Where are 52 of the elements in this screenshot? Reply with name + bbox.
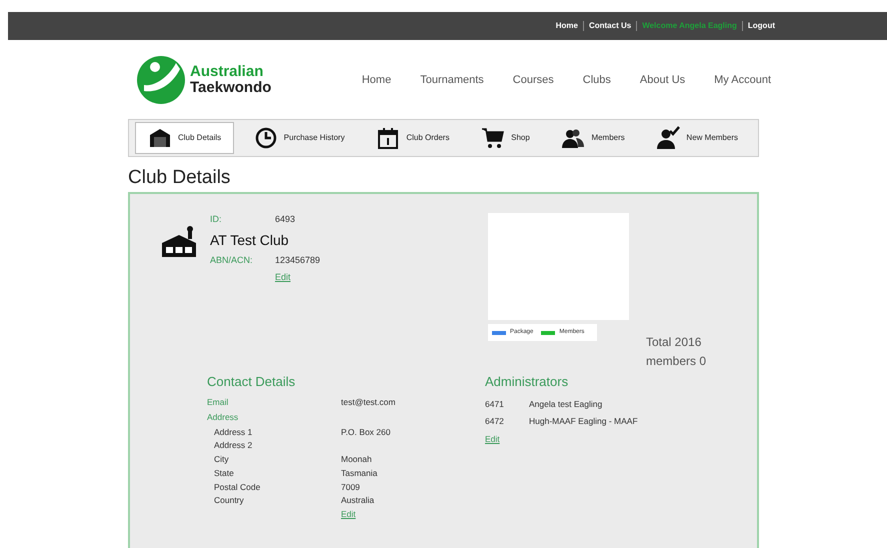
field-value: 123456789 [275, 254, 320, 266]
field-value: 7009 [341, 480, 360, 494]
field-label: Country [214, 494, 245, 508]
logo-icon [136, 55, 186, 105]
nav-link[interactable]: Clubs [582, 72, 611, 88]
tab[interactable]: Purchase History [242, 122, 357, 154]
tab[interactable]: Club Details [135, 122, 234, 154]
nav-link[interactable]: About Us [640, 72, 686, 88]
section-title: Contact Details [207, 373, 296, 391]
field-label: ABN/ACN: [210, 254, 254, 266]
top-link[interactable]: Home [556, 20, 578, 32]
total-text: members 0 [646, 353, 706, 370]
logo-text: Australian [190, 64, 264, 80]
field-value: Tasmania [341, 466, 378, 480]
clock-icon [254, 126, 278, 150]
field-label: City [214, 453, 230, 466]
field-label: State [214, 466, 235, 480]
tab[interactable]: Club Orders [364, 122, 462, 154]
field-label: ID: [210, 213, 223, 226]
tab[interactable]: New Members [644, 122, 750, 154]
admin-id: 6471 [485, 398, 505, 410]
field-value: 6493 [275, 213, 296, 226]
tab[interactable]: Members [549, 122, 637, 154]
nav-link[interactable]: Home [362, 72, 392, 88]
field-value: test@test.com [341, 396, 396, 408]
field-label: Address [207, 410, 240, 424]
field-value: P.O. Box 260 [341, 426, 390, 438]
admin-id: 6472 [485, 414, 505, 428]
tab[interactable]: Shop [469, 122, 542, 154]
logo-text: Taekwondo [190, 80, 272, 96]
page-title: Club Details [128, 166, 232, 190]
total-text: Total 2016 [646, 334, 702, 351]
field-value: Moonah [341, 453, 372, 466]
club-name: AT Test Club [210, 230, 290, 250]
field-label: Address 2 [214, 439, 254, 452]
calendar-icon [376, 126, 400, 150]
nav-link[interactable]: Tournaments [420, 72, 484, 88]
nav-link[interactable]: My Account [714, 72, 771, 88]
welcome-text: Welcome Angela Eagling [642, 20, 737, 32]
top-link[interactable]: Contact Us [588, 20, 632, 32]
nav-link[interactable]: Courses [512, 72, 554, 88]
top-link[interactable]: Logout [748, 20, 775, 32]
cart-icon [481, 126, 506, 150]
field-value: Australia [341, 494, 374, 508]
garage-icon [148, 126, 172, 150]
field-label: Email [207, 396, 230, 408]
field-label: Postal Code [214, 480, 262, 494]
section-title: Administrators [485, 373, 570, 391]
admin-name: Angela test Eagling [529, 398, 602, 411]
person-check-icon [656, 126, 680, 150]
field-label: Address 1 [214, 426, 254, 438]
admin-name: Hugh-MAAF Eagling - MAAF [529, 414, 638, 428]
